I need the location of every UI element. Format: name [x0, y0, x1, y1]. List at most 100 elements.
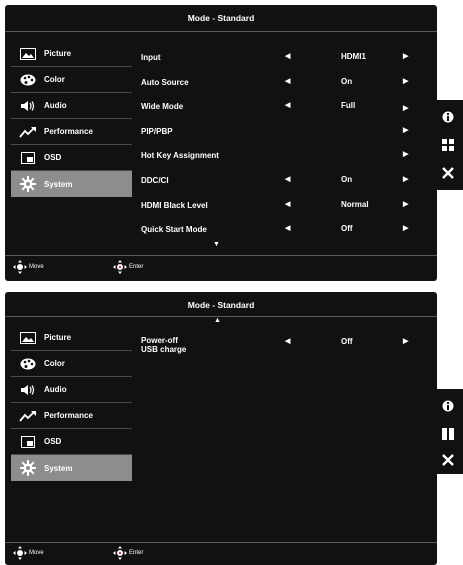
right-arrow-icon[interactable]: ▶: [403, 52, 408, 60]
right-arrow-icon[interactable]: ▶: [403, 77, 408, 85]
osd-icon: [18, 435, 38, 449]
sidebar-item-label: Performance: [44, 411, 93, 420]
enter-joystick-icon: [113, 546, 127, 560]
sidebar: Picture Color Audio Performance OSD Syst…: [11, 325, 132, 481]
setting-label-line2: USB charge: [141, 345, 187, 354]
move-joystick-icon: [13, 546, 27, 560]
setting-label: PIP/PBP: [141, 126, 173, 136]
system-icon: [18, 176, 38, 192]
sidebar-item-picture[interactable]: Picture: [11, 41, 132, 67]
setting-row-pip-pbp[interactable]: PIP/PBP ▶: [141, 121, 431, 146]
setting-row-ddc-ci[interactable]: DDC/CI ◀ On ▶: [141, 170, 431, 195]
sidebar-item-label: Audio: [44, 101, 67, 110]
page-title: Mode - Standard: [187, 13, 255, 23]
setting-label-line1: Power-off: [141, 336, 178, 345]
sidebar-item-label: System: [44, 179, 73, 189]
sidebar-item-label: Picture: [44, 333, 72, 342]
system-icon: [18, 460, 38, 476]
scroll-down-icon[interactable]: ▼: [213, 241, 220, 248]
setting-value: Off: [341, 224, 353, 234]
left-arrow-icon[interactable]: ◀: [285, 52, 290, 60]
close-icon[interactable]: [442, 453, 454, 469]
right-arrow-icon[interactable]: ▶: [403, 126, 408, 134]
right-arrow-icon[interactable]: ▶: [403, 337, 408, 345]
divider: [5, 31, 437, 32]
setting-row-auto-source[interactable]: Auto Source ◀ On ▶: [141, 72, 431, 97]
info-icon[interactable]: [442, 399, 454, 415]
sidebar-item-label: System: [44, 463, 73, 473]
setting-row-power-off-usb-charge[interactable]: Power-off USB charge ◀ Off ▶: [141, 332, 431, 356]
sidebar-item-label: Audio: [44, 385, 67, 394]
left-arrow-icon[interactable]: ◀: [285, 224, 290, 232]
right-arrow-icon[interactable]: ▶: [403, 150, 408, 158]
setting-label: Auto Source: [141, 77, 189, 87]
footer-move: Move: [13, 546, 44, 560]
setting-value: Off: [341, 337, 353, 346]
right-arrow-icon[interactable]: ▶: [403, 224, 408, 232]
left-arrow-icon[interactable]: ◀: [285, 101, 290, 109]
setting-row-hdmi-black-level[interactable]: HDMI Black Level ◀ Normal ▶: [141, 195, 431, 220]
setting-label: Quick Start Mode: [141, 225, 207, 235]
sidebar-item-color[interactable]: Color: [11, 67, 132, 93]
sidebar-item-osd[interactable]: OSD: [11, 145, 132, 171]
divider: [5, 255, 437, 256]
left-arrow-icon[interactable]: ◀: [285, 175, 290, 183]
picture-icon: [18, 47, 38, 61]
sidebar-item-system[interactable]: System: [11, 455, 132, 481]
audio-icon: [18, 99, 38, 113]
left-arrow-icon[interactable]: ◀: [285, 77, 290, 85]
left-arrow-icon[interactable]: ◀: [285, 200, 290, 208]
osd-panel-2: Mode - Standard ▲ Picture Color Audio Pe: [5, 292, 437, 565]
divider: [5, 542, 437, 543]
footer-enter-label: Enter: [129, 550, 144, 556]
side-hotkeys-2: [437, 389, 463, 474]
right-arrow-icon[interactable]: ▶: [403, 104, 408, 112]
divider: [5, 316, 437, 317]
picture-icon: [18, 331, 38, 345]
settings-list: Power-off USB charge ◀ Off ▶: [141, 332, 431, 356]
enter-joystick-icon: [113, 260, 127, 274]
setting-row-wide-mode[interactable]: Wide Mode ◀ Full ▶: [141, 96, 431, 121]
sidebar-item-audio[interactable]: Audio: [11, 377, 132, 403]
sidebar-item-performance[interactable]: Performance: [11, 403, 132, 429]
footer-move-label: Move: [29, 550, 44, 556]
setting-value: HDMI1: [341, 52, 366, 61]
left-arrow-icon[interactable]: ◀: [285, 337, 290, 345]
footer-move: Move: [13, 260, 44, 274]
sidebar-item-label: Picture: [44, 49, 72, 58]
setting-value: Full: [341, 101, 356, 111]
color-icon: [18, 357, 38, 371]
info-icon[interactable]: [442, 110, 454, 126]
performance-icon: [18, 125, 38, 139]
scroll-up-icon[interactable]: ▲: [214, 317, 221, 324]
right-arrow-icon[interactable]: ▶: [403, 200, 408, 208]
sidebar-item-label: OSD: [44, 153, 62, 162]
settings-list: Input ◀ HDMI1 ▶ Auto Source ◀ On ▶ Wide …: [141, 47, 431, 244]
setting-label: DDC/CI: [141, 175, 169, 185]
sidebar-item-label: Color: [44, 75, 65, 84]
sidebar-item-picture[interactable]: Picture: [11, 325, 132, 351]
setting-label: HDMI Black Level: [141, 200, 208, 210]
page-title: Mode - Standard: [187, 300, 255, 310]
osd-panel-1: Mode - Standard Picture Color Audio Perf…: [5, 5, 437, 281]
setting-row-quick-start[interactable]: Quick Start Mode ◀ Off ▶: [141, 219, 431, 244]
sidebar-item-label: Color: [44, 359, 65, 368]
side-hotkeys-1: [437, 100, 463, 190]
move-joystick-icon: [13, 260, 27, 274]
performance-icon: [18, 409, 38, 423]
right-arrow-icon[interactable]: ▶: [403, 175, 408, 183]
sidebar: Picture Color Audio Performance OSD Syst…: [11, 41, 132, 197]
sidebar-item-performance[interactable]: Performance: [11, 119, 132, 145]
sidebar-item-audio[interactable]: Audio: [11, 93, 132, 119]
setting-label: Wide Mode: [141, 102, 184, 112]
setting-row-input[interactable]: Input ◀ HDMI1 ▶: [141, 47, 431, 72]
osd-icon: [18, 151, 38, 165]
sidebar-item-osd[interactable]: OSD: [11, 429, 132, 455]
grid-icon[interactable]: [442, 427, 454, 443]
grid-icon[interactable]: [442, 138, 454, 154]
sidebar-item-system[interactable]: System: [11, 171, 132, 197]
sidebar-item-color[interactable]: Color: [11, 351, 132, 377]
setting-row-hot-key[interactable]: Hot Key Assignment ▶: [141, 145, 431, 170]
close-icon[interactable]: [442, 166, 454, 182]
setting-value: Normal: [341, 199, 369, 209]
